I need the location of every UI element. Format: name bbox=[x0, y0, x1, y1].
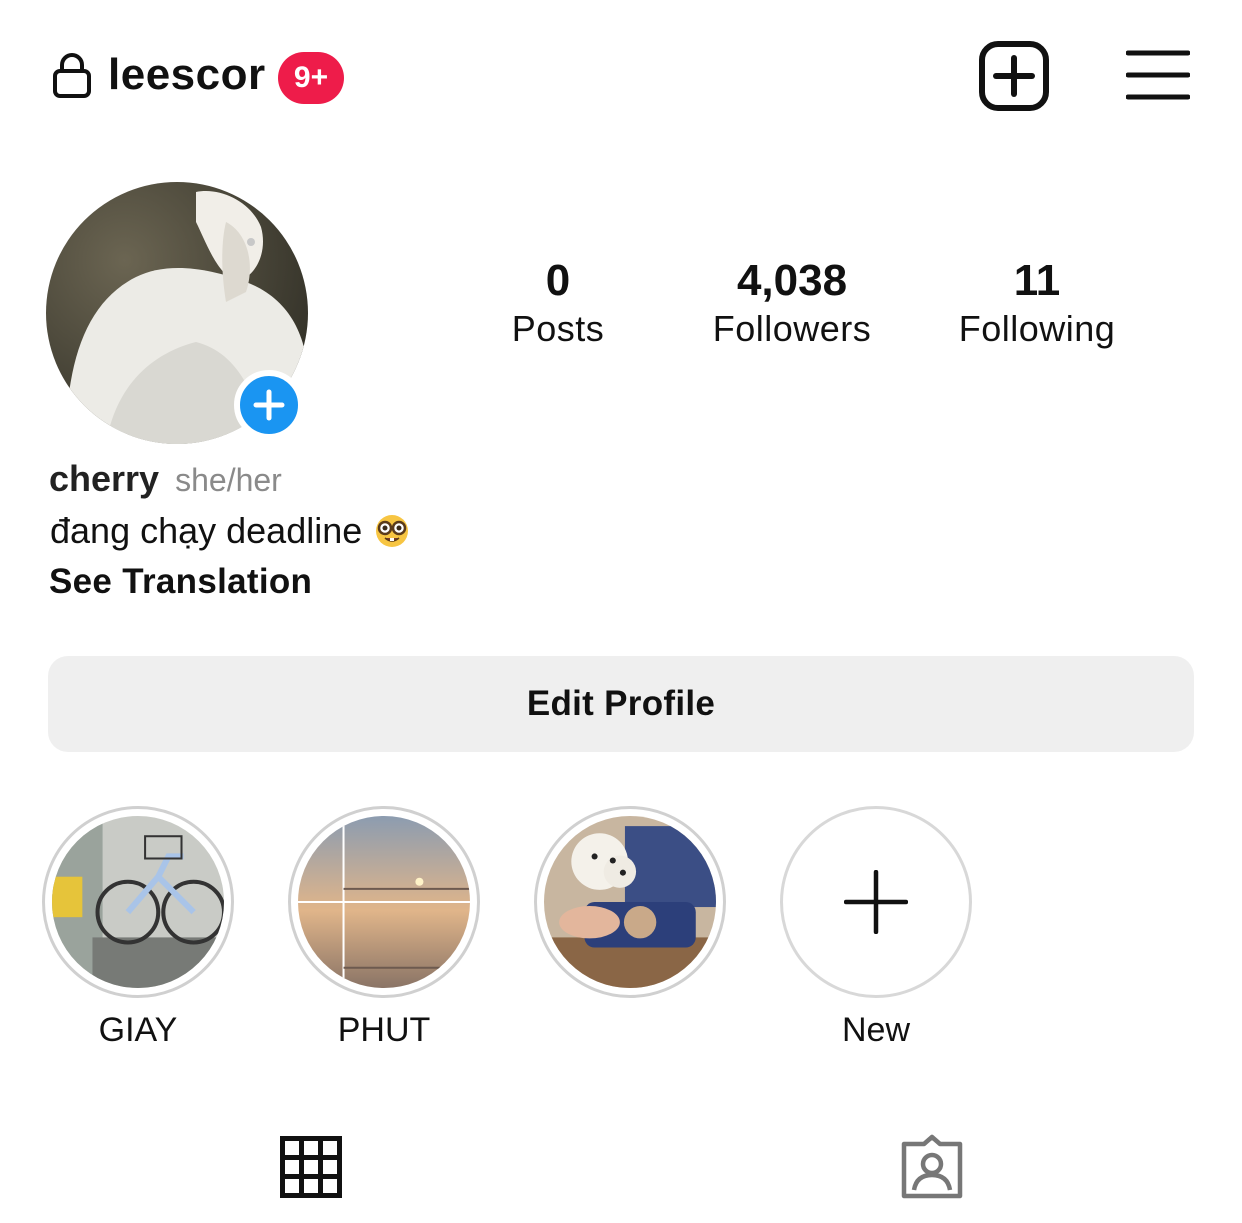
highlight-ring bbox=[288, 806, 480, 998]
account-username[interactable]: leescor bbox=[108, 50, 266, 100]
highlight-ring bbox=[42, 806, 234, 998]
add-story-button[interactable] bbox=[234, 370, 304, 440]
plus-icon bbox=[844, 870, 908, 934]
stat-label: Following bbox=[958, 308, 1116, 349]
stat-followers[interactable]: 4,038 Followers bbox=[672, 256, 912, 352]
edit-profile-button[interactable]: Edit Profile bbox=[48, 656, 1194, 752]
highlight-item[interactable] bbox=[534, 806, 726, 998]
stat-value: 11 bbox=[1013, 256, 1061, 305]
stat-value: 0 bbox=[545, 256, 571, 305]
pronouns: she/her bbox=[175, 462, 282, 498]
bio-text-line: đang chạy deadline bbox=[50, 510, 410, 552]
notification-badge[interactable]: 9+ bbox=[278, 52, 344, 104]
highlight-label: GIAY bbox=[98, 1011, 178, 1049]
highlight-item[interactable]: PHUT bbox=[288, 806, 480, 1049]
hamburger-menu-icon[interactable] bbox=[1126, 48, 1190, 102]
grid-icon[interactable] bbox=[280, 1136, 342, 1198]
highlight-ring bbox=[534, 806, 726, 998]
highlight-cover-dog bbox=[544, 816, 716, 988]
bio-text: đang chạy deadline bbox=[50, 510, 363, 551]
nerd-face-emoji bbox=[376, 515, 409, 547]
display-name: cherry bbox=[49, 458, 160, 499]
highlight-cover-sunset bbox=[298, 816, 470, 988]
display-name-line: cherry she/her bbox=[49, 458, 282, 500]
tagged-person-icon[interactable] bbox=[898, 1134, 966, 1200]
highlight-label: New bbox=[841, 1011, 911, 1049]
profile-header: leescor 9+ bbox=[0, 0, 1242, 160]
new-highlight-button[interactable]: New bbox=[780, 806, 972, 1049]
stat-label: Posts bbox=[511, 308, 605, 349]
highlight-item[interactable]: GIAY bbox=[42, 806, 234, 1049]
stat-following[interactable]: 11 Following bbox=[917, 256, 1157, 352]
highlight-cover-bicycle bbox=[52, 816, 227, 988]
stat-posts[interactable]: 0 Posts bbox=[448, 256, 668, 352]
highlight-label: PHUT bbox=[337, 1011, 431, 1049]
plus-square-icon[interactable] bbox=[978, 40, 1050, 112]
new-highlight-ring bbox=[780, 806, 972, 998]
plus-icon bbox=[253, 389, 285, 421]
lock-icon bbox=[53, 53, 91, 98]
stat-value: 4,038 bbox=[736, 256, 848, 305]
see-translation-link[interactable]: See Translation bbox=[49, 562, 312, 602]
stat-label: Followers bbox=[712, 308, 872, 349]
